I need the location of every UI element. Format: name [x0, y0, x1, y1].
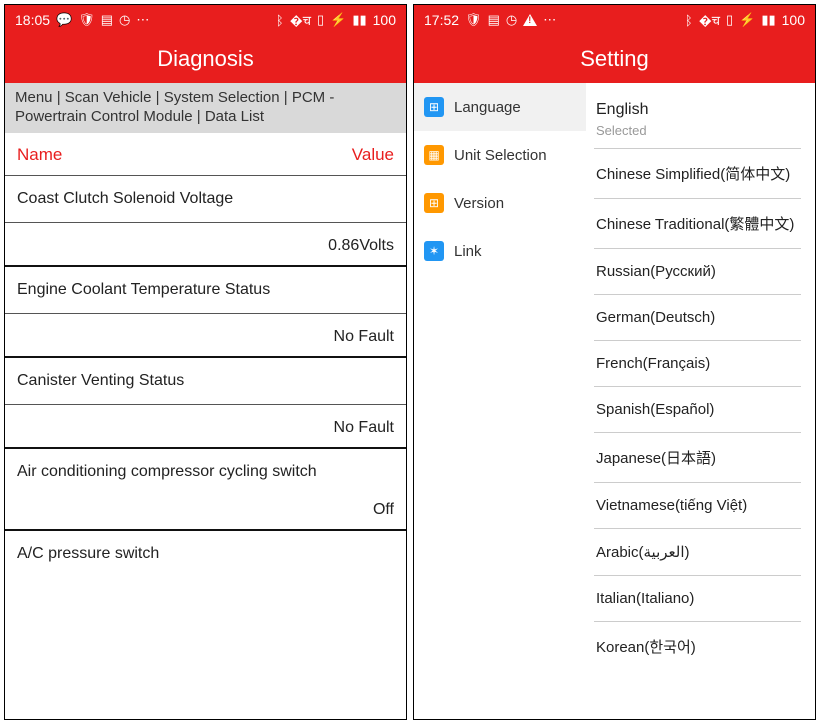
globe-icon: ⊞: [424, 97, 444, 117]
column-header: Name Value: [5, 133, 406, 176]
language-option[interactable]: Japanese(日本語): [594, 433, 801, 483]
charge-icon: ⚡: [330, 12, 346, 28]
language-current[interactable]: English: [594, 89, 801, 123]
settings-sidebar: ⊞ Language ▦ Unit Selection ⊞ Version ✶ …: [414, 83, 586, 719]
data-row-value: No Fault: [5, 405, 406, 449]
sidebar-item-unit[interactable]: ▦ Unit Selection: [414, 131, 586, 179]
wifi-icon: �च: [290, 11, 311, 29]
more-icon: ⋯: [543, 12, 556, 28]
doc-icon: ▤: [101, 12, 113, 28]
status-time: 17:52: [424, 12, 459, 28]
clock-icon: ◷: [506, 12, 517, 28]
language-option[interactable]: French(Français): [594, 341, 801, 387]
more-icon: ⋯: [136, 12, 149, 28]
data-row-name[interactable]: Canister Venting Status: [5, 358, 406, 405]
sidebar-item-language[interactable]: ⊞ Language: [414, 83, 586, 131]
battery-icon: ▮▮: [761, 12, 775, 28]
sidebar-item-label: Link: [454, 243, 482, 260]
wifi-icon: �च: [699, 11, 720, 29]
page-title: Setting: [414, 35, 815, 83]
breadcrumb: Menu | Scan Vehicle | System Selection |…: [5, 83, 406, 133]
doc-icon: ▤: [488, 12, 500, 28]
data-row-name[interactable]: Air conditioning compressor cycling swit…: [5, 449, 406, 487]
shield-icon: 🛡: [465, 12, 482, 28]
page-title-text: Setting: [580, 46, 649, 72]
charge-icon: ⚡: [739, 12, 755, 28]
battery-icon: ▮▮: [352, 12, 366, 28]
sidebar-item-label: Unit Selection: [454, 147, 547, 164]
battery-pct: 100: [782, 12, 805, 28]
data-row-name[interactable]: Coast Clutch Solenoid Voltage: [5, 176, 406, 223]
data-row-value: 0.86Volts: [5, 223, 406, 267]
language-option[interactable]: Spanish(Español): [594, 387, 801, 433]
cell-icon: ▯: [726, 12, 733, 28]
data-row-name[interactable]: Engine Coolant Temperature Status: [5, 267, 406, 314]
language-panel: English Selected Chinese Simplified(简体中文…: [586, 83, 815, 719]
grid-icon: ⊞: [424, 193, 444, 213]
page-title-text: Diagnosis: [157, 46, 254, 72]
status-bar: 17:52 🛡 ▤ ◷ ⋯ ᛒ �च ▯ ⚡ ▮▮ 100: [414, 5, 815, 35]
shield-icon: 🛡: [78, 12, 95, 28]
data-row-value: Off: [5, 487, 406, 531]
language-option[interactable]: Russian(Русский): [594, 249, 801, 295]
language-option[interactable]: German(Deutsch): [594, 295, 801, 341]
bluetooth-icon: ᛒ: [685, 13, 693, 28]
data-row-name[interactable]: A/C pressure switch: [5, 531, 406, 577]
setting-body: ⊞ Language ▦ Unit Selection ⊞ Version ✶ …: [414, 83, 815, 719]
cell-icon: ▯: [317, 12, 324, 28]
language-option[interactable]: Arabic(العربية): [594, 529, 801, 576]
language-option[interactable]: Korean(한국어): [594, 622, 801, 671]
language-option[interactable]: Vietnamese(tiếng Việt): [594, 483, 801, 529]
sidebar-item-version[interactable]: ⊞ Version: [414, 179, 586, 227]
bluetooth-icon: ᛒ: [276, 13, 284, 28]
warning-icon: [523, 14, 537, 26]
sidebar-item-label: Language: [454, 99, 521, 116]
gear-icon: ✶: [424, 241, 444, 261]
status-bar: 18:05 💬 🛡 ▤ ◷ ⋯ ᛒ �च ▯ ⚡ ▮▮ 100: [5, 5, 406, 35]
status-time: 18:05: [15, 12, 50, 28]
data-list[interactable]: Coast Clutch Solenoid Voltage 0.86Volts …: [5, 176, 406, 720]
col-value: Value: [352, 145, 394, 165]
ruler-icon: ▦: [424, 145, 444, 165]
language-option[interactable]: Italian(Italiano): [594, 576, 801, 622]
page-title: Diagnosis: [5, 35, 406, 83]
language-selected-label: Selected: [594, 123, 801, 149]
data-row-value: No Fault: [5, 314, 406, 358]
language-option[interactable]: Chinese Traditional(繁體中文): [594, 199, 801, 249]
setting-screen: 17:52 🛡 ▤ ◷ ⋯ ᛒ �च ▯ ⚡ ▮▮ 100 Setting ⊞ …: [413, 4, 816, 720]
chat-icon: 💬: [56, 12, 72, 28]
battery-pct: 100: [373, 12, 396, 28]
language-option[interactable]: Chinese Simplified(简体中文): [594, 149, 801, 199]
sidebar-item-link[interactable]: ✶ Link: [414, 227, 586, 275]
col-name: Name: [17, 145, 62, 165]
sidebar-item-label: Version: [454, 195, 504, 212]
diagnosis-screen: 18:05 💬 🛡 ▤ ◷ ⋯ ᛒ �च ▯ ⚡ ▮▮ 100 Diagnosi…: [4, 4, 407, 720]
clock-icon: ◷: [119, 12, 130, 28]
